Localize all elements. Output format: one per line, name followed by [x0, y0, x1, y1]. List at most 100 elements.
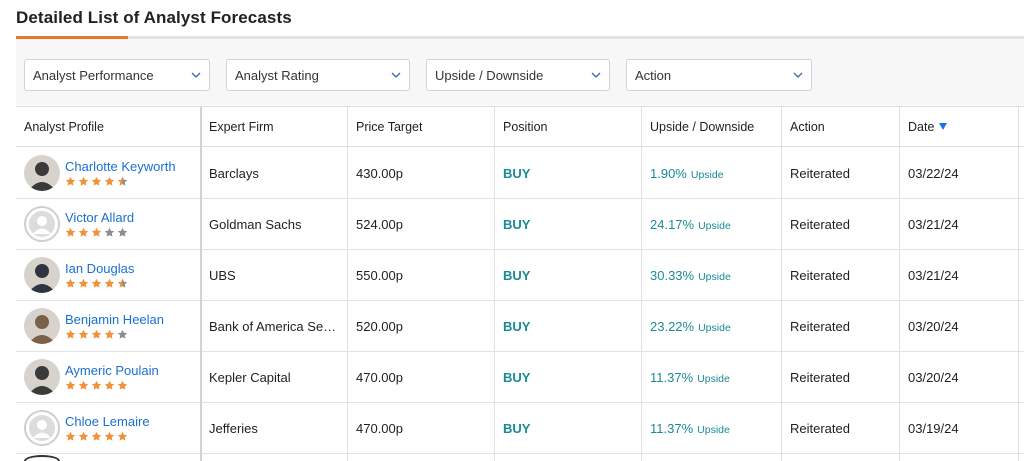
upside-downside-value: 11.37%	[650, 421, 694, 436]
avatar[interactable]	[24, 455, 60, 461]
action-cell: Reiterated	[790, 268, 850, 283]
date-cell: 03/20/24	[908, 370, 959, 385]
price-target-cell: 470.00p	[356, 421, 403, 436]
star-icon	[78, 329, 89, 339]
avatar[interactable]	[24, 206, 60, 242]
star-rating	[65, 431, 130, 443]
column-header-position[interactable]: Position	[495, 107, 547, 147]
position-cell: BUY	[503, 217, 531, 232]
table-row[interactable]: Aymeric Poulain Kepler Capital 470.00p BUY 1…	[16, 352, 1024, 403]
table-row[interactable]: Chloe Lemaire Jefferies 470.00p BUY 11.37% Up…	[16, 403, 1024, 454]
column-header-action[interactable]: Action	[782, 107, 825, 147]
expert-firm-cell: Bank of America Se…	[209, 319, 337, 334]
analyst-name-link[interactable]: Chloe Lemaire	[65, 414, 150, 429]
expert-firm-cell: UBS	[209, 268, 236, 283]
column-header-analyst-profile[interactable]: Analyst Profile	[16, 107, 104, 147]
upside-downside-label: Upside	[690, 169, 724, 181]
star-icon	[91, 329, 102, 339]
column-divider	[1018, 107, 1019, 461]
user-placeholder-icon	[29, 415, 55, 441]
column-header-price-target[interactable]: Price Target	[348, 107, 422, 147]
column-divider	[200, 107, 202, 461]
page-title: Detailed List of Analyst Forecasts	[16, 8, 292, 27]
avatar[interactable]	[24, 308, 60, 344]
star-icon	[91, 278, 102, 288]
position-cell: BUY	[503, 370, 531, 385]
analyst-name-link[interactable]: Ian Douglas	[65, 261, 134, 276]
star-icon	[117, 329, 128, 339]
sort-desc-icon[interactable]	[939, 123, 948, 130]
filter-label: Upside / Downside	[435, 67, 544, 83]
upside-downside-cell: 24.17% Upside	[642, 199, 781, 250]
column-header-date[interactable]: Date	[900, 107, 948, 147]
action-cell: Reiterated	[790, 370, 850, 385]
star-icon	[104, 380, 115, 390]
filter-label: Analyst Performance	[33, 67, 154, 83]
table-header: Analyst Profile Expert Firm Price Target…	[16, 107, 1024, 147]
filter-upside-downside[interactable]: Upside / Downside	[426, 59, 610, 91]
column-header-expert-firm[interactable]: Expert Firm	[201, 107, 274, 147]
star-icon	[91, 176, 102, 186]
upside-downside-value: 11.37%	[650, 370, 694, 385]
table-row[interactable]: Benjamin Heelan Bank of America Se… 520.00…	[16, 301, 1024, 352]
filter-analyst-performance[interactable]: Analyst Performance	[24, 59, 210, 91]
filter-action[interactable]: Action	[626, 59, 812, 91]
price-target-cell: 524.00p	[356, 217, 403, 232]
chevron-down-icon	[391, 72, 401, 78]
analyst-name-link[interactable]: Victor Allard	[65, 210, 134, 225]
filter-analyst-rating[interactable]: Analyst Rating	[226, 59, 410, 91]
analyst-name-link[interactable]: Benjamin Heelan	[65, 312, 164, 327]
expert-firm-cell: Jefferies	[209, 421, 258, 436]
star-icon	[117, 278, 128, 288]
table-row[interactable]: Ian Douglas UBS 550.00p BUY 30.33% Upside Reit…	[16, 250, 1024, 301]
star-icon	[104, 431, 115, 441]
star-icon	[65, 329, 76, 339]
upside-downside-value: 1.90%	[650, 166, 687, 181]
star-icon	[78, 278, 89, 288]
action-cell: Reiterated	[790, 421, 850, 436]
chevron-down-icon	[793, 72, 803, 78]
upside-downside-cell: 23.22% Upside	[642, 301, 781, 352]
star-icon	[91, 380, 102, 390]
date-cell: 03/21/24	[908, 217, 959, 232]
avatar[interactable]	[24, 410, 60, 446]
position-cell: BUY	[503, 421, 531, 436]
chevron-down-icon	[591, 72, 601, 78]
star-icon	[104, 278, 115, 288]
price-target-cell: 430.00p	[356, 166, 403, 181]
filter-bar: Analyst Performance Analyst Rating Upsid…	[16, 39, 1024, 105]
column-header-upside-downside[interactable]: Upside / Downside	[642, 107, 754, 147]
analyst-name-link[interactable]: Aymeric Poulain	[65, 363, 159, 378]
position-cell: BUY	[503, 319, 531, 334]
column-divider	[494, 107, 495, 461]
upside-downside-value: 30.33%	[650, 268, 695, 283]
date-cell: 03/22/24	[908, 166, 959, 181]
table-row[interactable]: Victor Allard Goldman Sachs 524.00p BUY 24.1…	[16, 199, 1024, 250]
upside-downside-value: 23.22%	[650, 319, 695, 334]
star-icon	[91, 431, 102, 441]
analyst-photo	[24, 308, 60, 344]
upside-downside-label: Upside	[697, 373, 730, 385]
avatar[interactable]	[24, 155, 60, 191]
column-divider	[641, 107, 642, 461]
analyst-photo	[24, 257, 60, 293]
avatar[interactable]	[24, 359, 60, 395]
analyst-name-link[interactable]: Charlotte Keyworth	[65, 159, 176, 174]
avatar[interactable]	[24, 257, 60, 293]
star-rating	[65, 278, 130, 290]
user-placeholder-icon	[29, 211, 55, 237]
price-target-cell: 550.00p	[356, 268, 403, 283]
position-cell: BUY	[503, 166, 531, 181]
expert-firm-cell: Barclays	[209, 166, 259, 181]
star-icon	[65, 227, 76, 237]
column-header-date-label: Date	[908, 120, 935, 134]
filter-label: Analyst Rating	[235, 67, 319, 83]
date-cell: 03/20/24	[908, 319, 959, 334]
star-icon	[65, 380, 76, 390]
table-row[interactable]: Charlotte Keyworth Barclays 430.00p BUY 1.90…	[16, 148, 1024, 199]
date-cell: 03/19/24	[908, 421, 959, 436]
star-icon	[104, 329, 115, 339]
column-divider	[899, 107, 900, 461]
star-rating	[65, 176, 130, 188]
date-cell: 03/21/24	[908, 268, 959, 283]
